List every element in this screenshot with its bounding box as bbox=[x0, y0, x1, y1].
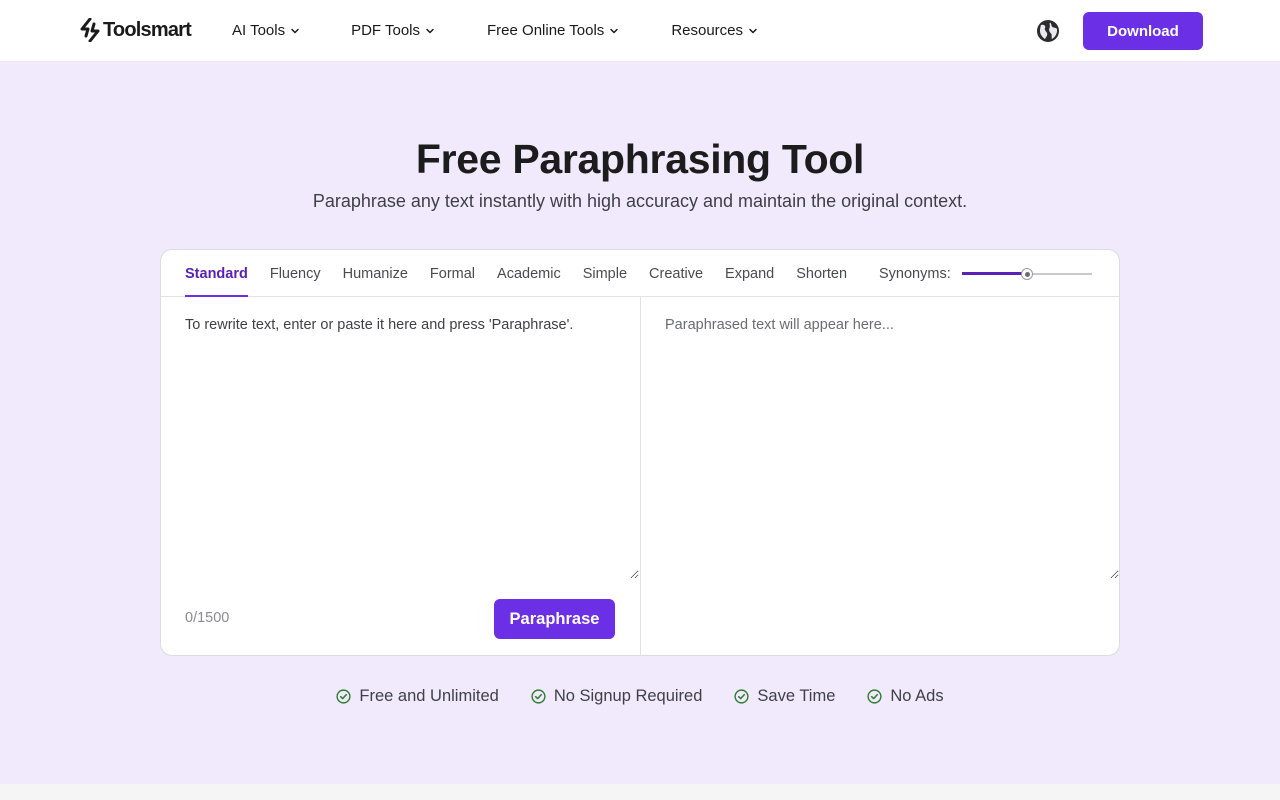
logo-mark-icon bbox=[80, 18, 100, 42]
input-textarea[interactable] bbox=[185, 315, 639, 579]
tab-creative[interactable]: Creative bbox=[649, 250, 703, 297]
menu-pdf-tools[interactable]: PDF Tools bbox=[351, 22, 435, 39]
page-footer-strip bbox=[0, 784, 1280, 800]
brand-name: Toolsmart bbox=[103, 18, 192, 41]
menu-ai-tools[interactable]: AI Tools bbox=[232, 22, 300, 39]
output-textarea[interactable] bbox=[665, 315, 1119, 579]
tab-simple[interactable]: Simple bbox=[583, 250, 627, 297]
paraphrase-button[interactable]: Paraphrase bbox=[494, 599, 615, 639]
feature-label: Save Time bbox=[757, 687, 836, 705]
menu-resources[interactable]: Resources bbox=[671, 22, 758, 39]
feature-label: No Ads bbox=[890, 687, 944, 705]
check-circle-icon bbox=[336, 689, 351, 704]
feature-item: No Ads bbox=[867, 687, 944, 706]
slider-thumb[interactable] bbox=[1021, 268, 1033, 280]
synonyms-slider[interactable] bbox=[962, 267, 1092, 281]
check-circle-icon bbox=[734, 689, 750, 704]
main-menu: AI Tools PDF Tools Free Online Tools Res… bbox=[232, 0, 758, 60]
feature-item: Save Time bbox=[734, 687, 835, 706]
check-circle-icon bbox=[531, 689, 546, 704]
page-title: Free Paraphrasing Tool bbox=[415, 136, 865, 182]
chevron-down-icon bbox=[426, 28, 434, 34]
hero-section: Free Paraphrasing Tool Paraphrase any te… bbox=[0, 62, 1280, 784]
panel-divider bbox=[640, 297, 641, 655]
feature-item: Free and Unlimited bbox=[336, 687, 499, 706]
chevron-down-icon bbox=[610, 28, 619, 34]
slider-fill bbox=[962, 272, 1027, 275]
menu-item-label: Resources bbox=[671, 21, 744, 39]
globe-icon[interactable] bbox=[1036, 19, 1060, 43]
menu-item-label: PDF Tools bbox=[351, 21, 421, 39]
feature-label: No Signup Required bbox=[553, 687, 703, 705]
tab-expand[interactable]: Expand bbox=[725, 250, 774, 297]
mode-tabs: Standard Fluency Humanize Formal Academi… bbox=[185, 250, 847, 297]
character-count: 0/1500 bbox=[185, 610, 230, 626]
page-subtitle: Paraphrase any text instantly with high … bbox=[312, 191, 968, 211]
download-button[interactable]: Download bbox=[1083, 12, 1203, 50]
feature-item: No Signup Required bbox=[531, 687, 703, 706]
check-circle-icon bbox=[867, 689, 882, 704]
tab-shorten[interactable]: Shorten bbox=[796, 250, 847, 297]
toolsmart-logo[interactable]: Toolsmart bbox=[79, 17, 192, 43]
mode-tabbar: Standard Fluency Humanize Formal Academi… bbox=[161, 250, 1119, 297]
feature-list: Free and Unlimited No Signup Required Sa… bbox=[0, 687, 1280, 706]
tab-humanize[interactable]: Humanize bbox=[343, 250, 408, 297]
menu-free-online-tools[interactable]: Free Online Tools bbox=[487, 22, 619, 39]
tab-standard[interactable]: Standard bbox=[185, 250, 248, 297]
paraphrase-tool-card: Standard Fluency Humanize Formal Academi… bbox=[160, 249, 1120, 656]
menu-item-label: Free Online Tools bbox=[487, 21, 605, 39]
menu-item-label: AI Tools bbox=[232, 21, 286, 39]
tab-fluency[interactable]: Fluency bbox=[270, 250, 321, 297]
top-navbar: Toolsmart AI Tools PDF Tools Free Online… bbox=[0, 0, 1280, 62]
chevron-down-icon bbox=[291, 28, 299, 34]
tab-academic[interactable]: Academic bbox=[497, 250, 561, 297]
chevron-down-icon bbox=[749, 28, 757, 34]
feature-label: Free and Unlimited bbox=[359, 687, 499, 705]
synonyms-label: Synonyms: bbox=[879, 265, 951, 282]
tab-formal[interactable]: Formal bbox=[430, 250, 475, 297]
